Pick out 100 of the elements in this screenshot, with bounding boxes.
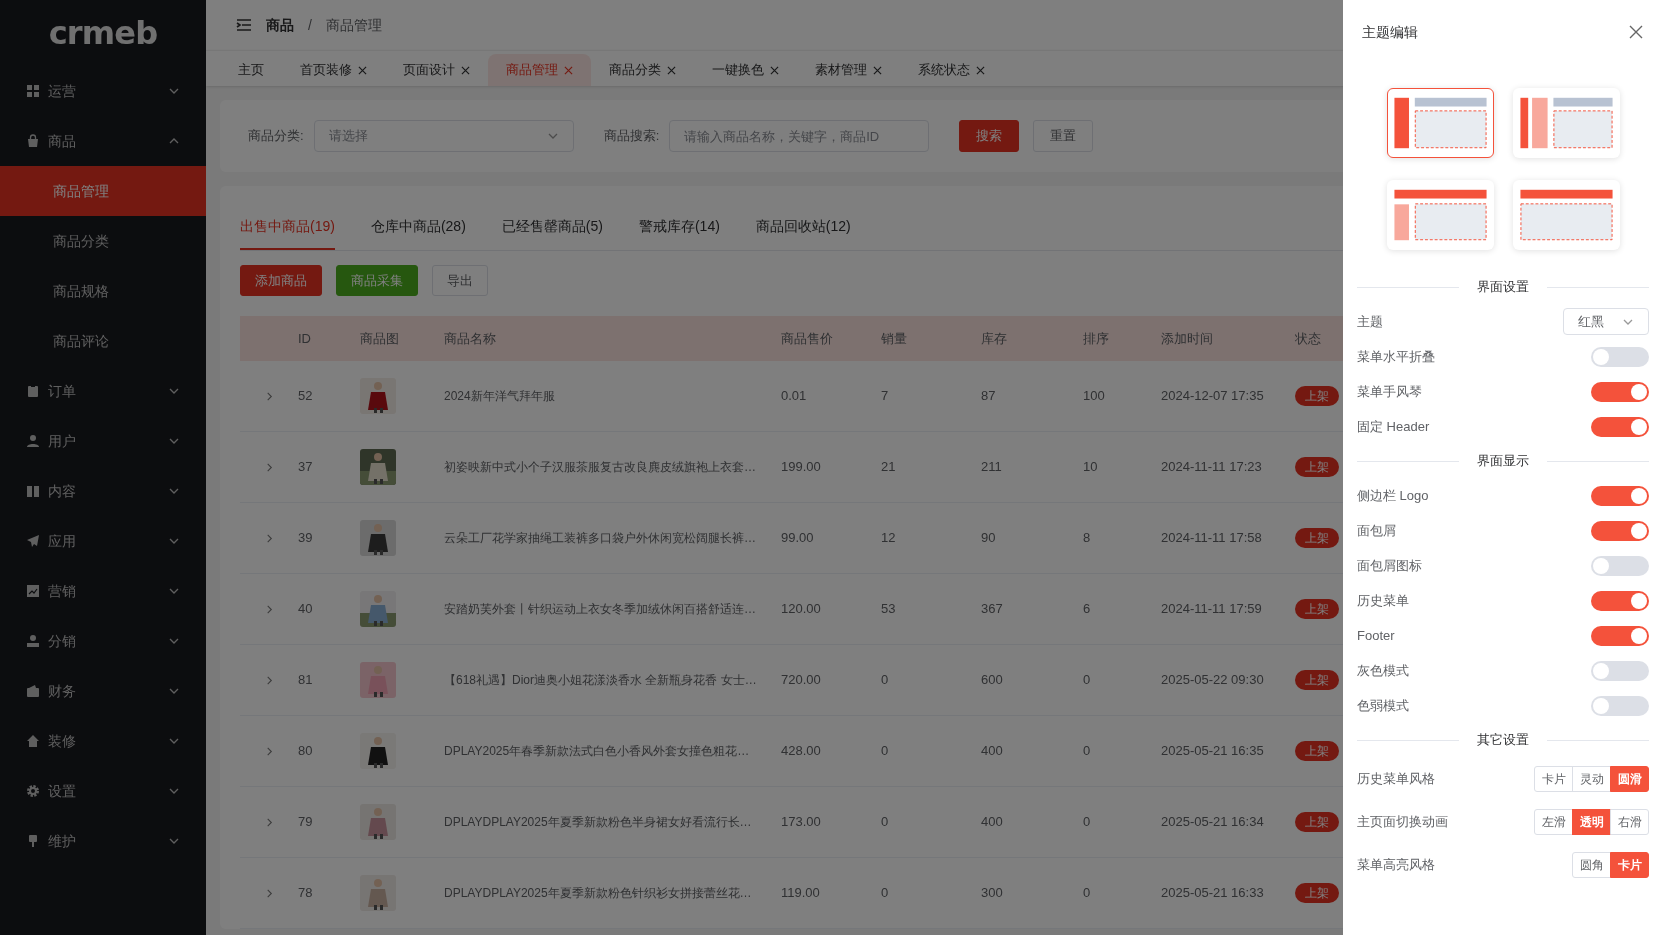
segment-button[interactable]: 圆滑 — [1610, 765, 1649, 792]
close-icon[interactable] — [667, 65, 676, 75]
setting-label: 灰色模式 — [1357, 661, 1409, 680]
setting-label: 色弱模式 — [1357, 696, 1409, 715]
product-tab[interactable]: 商品回收站(12) — [755, 205, 851, 250]
history-tab[interactable]: 首页装修 — [282, 54, 385, 86]
toggle-switch[interactable] — [1591, 590, 1649, 611]
segment-button[interactable]: 左滑 — [1534, 808, 1573, 835]
table-cell: 0.01 — [781, 388, 807, 404]
expand-icon[interactable] — [264, 817, 274, 827]
submenu-item[interactable]: 商品评论 — [0, 316, 206, 366]
history-tab[interactable]: 页面设计 — [385, 54, 488, 86]
table-cell: 52 — [298, 388, 313, 404]
sidebar-item[interactable]: 设置 — [0, 766, 206, 816]
layout-option[interactable] — [1386, 88, 1494, 158]
sidebar-item[interactable]: 分销 — [0, 616, 206, 666]
toggle-switch[interactable] — [1591, 555, 1649, 576]
expand-icon[interactable] — [264, 604, 274, 614]
product-tab[interactable]: 仓库中商品(28) — [370, 205, 466, 250]
status-tag: 上架 — [1295, 386, 1339, 406]
product-tab[interactable]: 警戒库存(14) — [638, 205, 720, 250]
segment-button[interactable]: 卡片 — [1534, 765, 1573, 792]
reset-button[interactable]: 重置 — [1033, 120, 1094, 152]
product-tab[interactable]: 已经售罄商品(5) — [501, 205, 603, 250]
table-cell: 初姿映新中式小个子汉服茶服复古改良麂皮绒旗袍上衣套… — [444, 460, 756, 475]
submenu-item[interactable]: 商品规格 — [0, 266, 206, 316]
toggle-switch[interactable] — [1591, 381, 1649, 402]
segment-button[interactable]: 圆角 — [1572, 851, 1611, 878]
sidebar-item[interactable]: 财务 — [0, 666, 206, 716]
section-title: 界面显示 — [1477, 452, 1529, 471]
table-cell: 0 — [881, 743, 889, 759]
toggle-switch[interactable] — [1591, 346, 1649, 367]
table-cell: 300 — [981, 885, 1003, 901]
toggle-switch[interactable] — [1591, 695, 1649, 716]
table-cell: 99.00 — [781, 530, 814, 546]
sidebar-item[interactable]: 运营 — [0, 66, 206, 116]
history-tab[interactable]: 主页 — [220, 54, 282, 86]
bag-icon — [26, 134, 40, 148]
table-cell: 0 — [881, 814, 889, 830]
column-header: 库存 — [981, 330, 1007, 346]
product-tab[interactable]: 出售中商品(19) — [240, 205, 335, 250]
setting-label: 菜单高亮风格 — [1357, 855, 1435, 874]
expand-icon[interactable] — [264, 888, 274, 898]
table-cell: 53 — [881, 601, 896, 617]
sidebar-item[interactable]: 订单 — [0, 366, 206, 416]
history-tab[interactable]: 一键换色 — [694, 54, 797, 86]
expand-icon[interactable] — [264, 533, 274, 543]
clipboard-icon — [26, 384, 40, 398]
submenu-item[interactable]: 商品分类 — [0, 216, 206, 266]
user-icon — [26, 434, 40, 448]
close-icon[interactable] — [461, 65, 470, 75]
expand-icon[interactable] — [264, 391, 274, 401]
toggle-switch[interactable] — [1591, 660, 1649, 681]
sidebar-item[interactable]: 装修 — [0, 716, 206, 766]
sidebar-item[interactable]: 营销 — [0, 566, 206, 616]
table-cell: 400 — [981, 743, 1003, 759]
sidebar-item[interactable]: 内容 — [0, 466, 206, 516]
setting-label: 历史菜单 — [1357, 591, 1409, 610]
segment-button[interactable]: 灵动 — [1572, 765, 1611, 792]
setting-label: 菜单手风琴 — [1357, 382, 1422, 401]
expand-icon[interactable] — [264, 675, 274, 685]
history-tab[interactable]: 素材管理 — [797, 54, 900, 86]
action-button[interactable]: 导出 — [432, 265, 488, 296]
history-tab[interactable]: 系统状态 — [900, 54, 1003, 86]
close-icon[interactable] — [976, 65, 985, 75]
segment-button[interactable]: 右滑 — [1610, 808, 1649, 835]
sidebar-item[interactable]: 商品 — [0, 116, 206, 166]
expand-icon[interactable] — [264, 462, 274, 472]
sidebar-item[interactable]: 用户 — [0, 416, 206, 466]
segment-button[interactable]: 透明 — [1572, 808, 1611, 835]
close-icon[interactable] — [358, 65, 367, 75]
toggle-switch[interactable] — [1591, 485, 1649, 506]
close-icon[interactable] — [873, 65, 882, 75]
action-button[interactable]: 添加商品 — [240, 265, 322, 296]
search-button[interactable]: 搜索 — [959, 120, 1020, 152]
sidebar-item[interactable]: 维护 — [0, 816, 206, 866]
toggle-switch[interactable] — [1591, 625, 1649, 646]
close-icon[interactable] — [1629, 25, 1643, 39]
close-icon[interactable] — [564, 65, 573, 75]
theme-select[interactable]: 红黑 — [1563, 308, 1649, 335]
column-header: ID — [298, 330, 311, 346]
submenu-item[interactable]: 商品管理 — [0, 166, 206, 216]
expand-icon[interactable] — [264, 746, 274, 756]
action-button[interactable]: 商品采集 — [336, 265, 418, 296]
table-cell: 37 — [298, 459, 313, 475]
layout-option[interactable] — [1512, 180, 1620, 250]
drawer-title: 主题编辑 — [1362, 22, 1418, 42]
layout-option[interactable] — [1386, 180, 1494, 250]
history-tab[interactable]: 商品管理 — [488, 54, 591, 86]
breadcrumb-item[interactable]: 商品 — [266, 14, 294, 36]
menu-icon[interactable] — [236, 18, 252, 32]
layout-option[interactable] — [1512, 88, 1620, 158]
history-tab[interactable]: 商品分类 — [591, 54, 694, 86]
column-header: 商品名称 — [444, 330, 496, 346]
segment-button[interactable]: 卡片 — [1610, 851, 1649, 878]
toggle-switch[interactable] — [1591, 520, 1649, 541]
toggle-switch[interactable] — [1591, 416, 1649, 437]
sidebar-item[interactable]: 应用 — [0, 516, 206, 566]
close-icon[interactable] — [770, 65, 779, 75]
table-cell: 2024-11-11 17:58 — [1161, 530, 1262, 546]
